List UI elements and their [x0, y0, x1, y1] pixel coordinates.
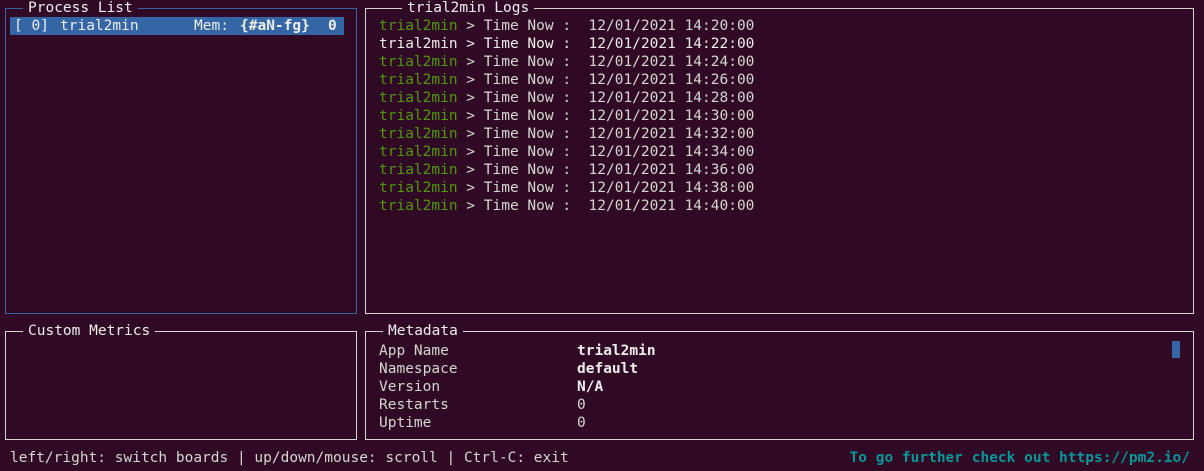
log-text: Time Now : 12/01/2021 14:20:00: [483, 18, 755, 34]
log-text: Time Now : 12/01/2021 14:30:00: [483, 108, 755, 124]
log-app-name: trial2min: [379, 54, 458, 70]
log-separator: >: [457, 144, 484, 160]
help-text: left/right: switch boards | up/down/mous…: [10, 450, 569, 466]
log-app-name: trial2min: [379, 108, 458, 124]
log-app-name: trial2min: [379, 180, 458, 196]
log-text: Time Now : 12/01/2021 14:36:00: [483, 162, 755, 178]
process-row[interactable]: [ 0] trial2min Mem: {#aN-fg} 0: [10, 17, 344, 35]
log-app-name: trial2min: [379, 198, 458, 214]
metadata-panel[interactable]: Metadata App Name trial2min Namespace defau…: [365, 321, 1194, 440]
log-line: trial2min > Time Now : 12/01/2021 14:20:…: [379, 17, 754, 35]
log-text: Time Now : 12/01/2021 14:26:00: [483, 72, 755, 88]
log-text: Time Now : 12/01/2021 14:24:00: [483, 54, 755, 70]
metadata-label: Namespace: [379, 361, 458, 377]
metadata-value: default: [577, 361, 639, 377]
log-separator: >: [457, 72, 484, 88]
metadata-label: Version: [379, 379, 441, 395]
log-text: Time Now : 12/01/2021 14:32:00: [483, 126, 755, 142]
log-line: trial2min > Time Now : 12/01/2021 14:28:…: [379, 89, 754, 107]
log-line: trial2min > Time Now : 12/01/2021 14:32:…: [379, 125, 754, 143]
log-separator: >: [457, 54, 484, 70]
metadata-label: App Name: [379, 343, 449, 359]
log-app-name: trial2min: [379, 90, 458, 106]
log-app-name: trial2min: [379, 36, 458, 52]
process-list-title: Process List: [23, 0, 138, 18]
log-text: Time Now : 12/01/2021 14:38:00: [483, 180, 755, 196]
log-app-name: trial2min: [379, 144, 458, 160]
log-app-name: trial2min: [379, 162, 458, 178]
log-separator: >: [457, 198, 484, 214]
logs-panel[interactable]: trial2min Logs trial2min > Time Now : 12…: [365, 0, 1194, 314]
process-list-panel[interactable]: Process List [ 0] trial2min Mem: {#aN-fg…: [5, 0, 357, 314]
log-text: Time Now : 12/01/2021 14:34:00: [483, 144, 755, 160]
log-line: trial2min > Time Now : 12/01/2021 14:40:…: [379, 197, 754, 215]
custom-metrics-panel[interactable]: Custom Metrics: [5, 321, 357, 440]
log-line: trial2min > Time Now : 12/01/2021 14:30:…: [379, 107, 754, 125]
log-line: trial2min > Time Now : 12/01/2021 14:22:…: [379, 35, 754, 53]
log-line: trial2min > Time Now : 12/01/2021 14:34:…: [379, 143, 754, 161]
log-app-name: trial2min: [379, 72, 458, 88]
metadata-value: N/A: [577, 379, 604, 395]
process-count: 0: [328, 18, 337, 34]
log-text: Time Now : 12/01/2021 14:22:00: [483, 36, 755, 52]
log-line: trial2min > Time Now : 12/01/2021 14:38:…: [379, 179, 754, 197]
log-line: trial2min > Time Now : 12/01/2021 14:24:…: [379, 53, 754, 71]
log-separator: >: [457, 18, 484, 34]
scrollbar-thumb[interactable]: [1172, 341, 1180, 358]
logs-title: trial2min Logs: [402, 0, 535, 18]
log-separator: >: [457, 90, 484, 106]
custom-metrics-title: Custom Metrics: [23, 321, 156, 341]
metadata-label: Uptime: [379, 415, 432, 431]
process-mem-value: {#aN-fg}: [240, 18, 310, 34]
metadata-value: 0: [577, 415, 586, 431]
log-separator: >: [457, 162, 484, 178]
log-separator: >: [457, 108, 484, 124]
log-line: trial2min > Time Now : 12/01/2021 14:26:…: [379, 71, 754, 89]
process-id: [ 0]: [14, 18, 49, 34]
promo-link[interactable]: To go further check out https://pm2.io/: [850, 449, 1190, 467]
metadata-label: Restarts: [379, 397, 449, 413]
log-separator: >: [457, 36, 484, 52]
process-name: trial2min: [60, 18, 139, 34]
log-app-name: trial2min: [379, 18, 458, 34]
metadata-value: trial2min: [577, 343, 656, 359]
log-separator: >: [457, 126, 484, 142]
process-mem-label: Mem:: [194, 18, 229, 34]
log-separator: >: [457, 180, 484, 196]
log-app-name: trial2min: [379, 126, 458, 142]
metadata-title: Metadata: [383, 321, 463, 341]
metadata-value: 0: [577, 397, 586, 413]
log-text: Time Now : 12/01/2021 14:28:00: [483, 90, 755, 106]
log-text: Time Now : 12/01/2021 14:40:00: [483, 198, 755, 214]
log-line: trial2min > Time Now : 12/01/2021 14:36:…: [379, 161, 754, 179]
